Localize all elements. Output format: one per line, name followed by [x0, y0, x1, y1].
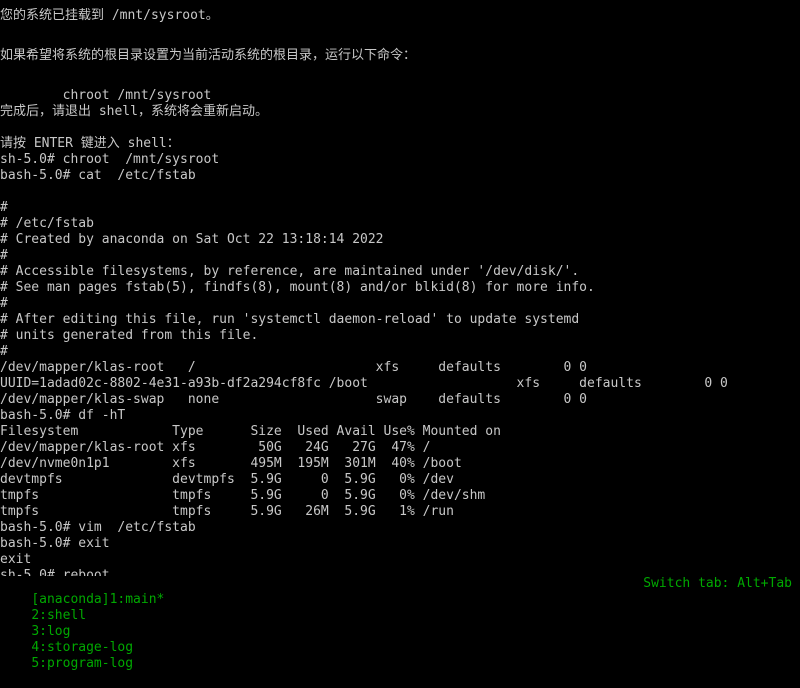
tab-shell[interactable]: 2:shell [31, 608, 86, 623]
terminal-line: bash-5.0# df -hT [0, 408, 126, 423]
terminal-line: # [0, 296, 8, 311]
switch-tab-hint: Switch tab: Alt+Tab [643, 576, 792, 591]
terminal-line: bash-5.0# exit [0, 536, 110, 551]
terminal-prompt-line[interactable]: sh-5.0# reboot [0, 568, 800, 576]
terminal-line: 完成后，请退出 shell，系统将会重新启动。 [0, 104, 268, 119]
terminal-line: /dev/mapper/klas-swap none swap defaults… [0, 392, 587, 407]
terminal-line: 如果希望将系统的根目录设置为当前活动系统的根目录，运行以下命令： [0, 48, 417, 63]
terminal-line: # Accessible filesystems, by reference, … [0, 264, 580, 279]
terminal-line: # [0, 344, 8, 359]
terminal-output[interactable]: 您的系统已挂载到 /mnt/sysroot。 如果希望将系统的根目录设置为当前活… [0, 8, 800, 576]
terminal-line: # See man pages fstab(5), findfs(8), mou… [0, 280, 595, 295]
tab-storage-log[interactable]: 4:storage-log [31, 640, 133, 655]
terminal-line: /dev/mapper/klas-root / xfs defaults 0 0 [0, 360, 587, 375]
terminal-line: # [0, 248, 8, 263]
terminal-line: # /etc/fstab [0, 216, 94, 231]
tab-program-log[interactable]: 5:program-log [31, 656, 133, 671]
prompt-text: sh-5.0# reboot [0, 568, 110, 576]
terminal-line: sh-5.0# chroot /mnt/sysroot [0, 152, 220, 167]
terminal-line: # After editing this file, run 'systemct… [0, 312, 580, 327]
tab-list: [anaconda]1:main* 2:shell 3:log 4:storag… [0, 576, 172, 671]
tmux-status-bar: [anaconda]1:main* 2:shell 3:log 4:storag… [0, 576, 800, 671]
tab-log[interactable]: 3:log [31, 624, 70, 639]
terminal-line: 您的系统已挂载到 /mnt/sysroot。 [0, 8, 219, 23]
terminal-line: # Created by anaconda on Sat Oct 22 13:1… [0, 232, 384, 247]
terminal-line: UUID=1adad02c-8802-4e31-a93b-df2a294cf8f… [0, 376, 728, 391]
terminal-line: tmpfs tmpfs 5.9G 0 5.9G 0% /dev/shm [0, 488, 486, 503]
terminal-line: tmpfs tmpfs 5.9G 26M 5.9G 1% /run [0, 504, 454, 519]
terminal-line: /dev/nvme0n1p1 xfs 495M 195M 301M 40% /b… [0, 456, 462, 471]
terminal-line: chroot /mnt/sysroot [0, 88, 212, 103]
terminal-line: # [0, 200, 8, 215]
terminal-line: 请按 ENTER 键进入 shell： [0, 136, 180, 151]
terminal-line: /dev/mapper/klas-root xfs 50G 24G 27G 47… [0, 440, 431, 455]
terminal-line: exit [0, 552, 32, 567]
terminal-line: devtmpfs devtmpfs 5.9G 0 5.9G 0% /dev [0, 472, 454, 487]
terminal-line: Filesystem Type Size Used Avail Use% Mou… [0, 424, 501, 439]
terminal-line: bash-5.0# cat /etc/fstab [0, 168, 196, 183]
terminal-line: # units generated from this file. [0, 328, 259, 343]
terminal-line: bash-5.0# vim /etc/fstab [0, 520, 196, 535]
